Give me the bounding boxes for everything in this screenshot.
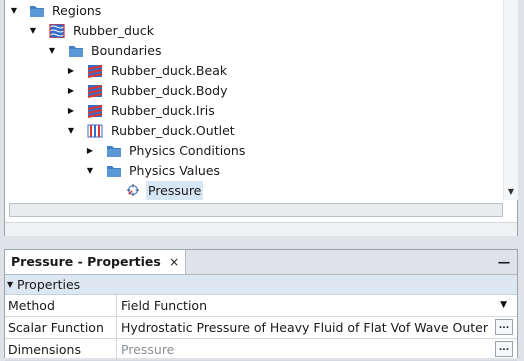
tree-node-label: Rubber_duck	[73, 23, 154, 38]
expanded-arrow-icon[interactable]: ▼	[84, 161, 96, 181]
minimize-icon[interactable]: —	[497, 250, 511, 274]
properties-section-header[interactable]: ▼ Properties	[5, 275, 517, 295]
dimensions-value: Pressure	[121, 342, 175, 357]
tree-node-rubber-duck-body[interactable]: ▶ Rubber_duck.Body	[5, 81, 245, 101]
collapsed-arrow-icon[interactable]: ▶	[65, 81, 77, 101]
tree-bottom-bar	[5, 222, 517, 236]
properties-panel: Pressure - Properties × — ▼ Properties M…	[4, 249, 518, 361]
method-value[interactable]: Field Function	[121, 295, 493, 316]
property-row-scalar-function[interactable]: Scalar Function Hydrostatic Pressure of …	[5, 317, 517, 339]
property-name: Dimensions	[5, 339, 117, 360]
simulation-tree-panel: ▼ Regions ▼ Rubber_duck ▼ Boundaries ▶ R…	[4, 0, 518, 236]
tree-node-pressure[interactable]: Pressure	[5, 181, 265, 200]
property-row-method[interactable]: Method Field Function ▼	[5, 295, 517, 317]
tree-node-label: Rubber_duck.Outlet	[111, 123, 235, 138]
tree-node-label: Regions	[52, 3, 102, 18]
tree-node-label: Rubber_duck.Body	[111, 83, 228, 98]
expanded-arrow-icon[interactable]: ▼	[8, 1, 20, 21]
pressure-value-icon	[126, 183, 140, 197]
collapsed-arrow-icon[interactable]: ▶	[84, 141, 96, 161]
outlet-boundary-icon	[87, 124, 103, 138]
ellipsis-button[interactable]: ...	[495, 341, 513, 357]
scalar-function-value[interactable]: Hydrostatic Pressure of Heavy Fluid of F…	[121, 317, 493, 338]
properties-header: Pressure - Properties × —	[5, 250, 517, 275]
tree-vertical-scrollbar[interactable]: ▼	[503, 0, 518, 200]
tree-node-rubber-duck-iris[interactable]: ▶ Rubber_duck.Iris	[5, 101, 245, 121]
expanded-arrow-icon[interactable]: ▼	[27, 21, 39, 41]
expanded-arrow-icon[interactable]: ▼	[7, 275, 13, 294]
tree-node-rubber-duck-beak[interactable]: ▶ Rubber_duck.Beak	[5, 61, 245, 81]
region-icon	[49, 24, 65, 38]
tree-node-label: Physics Values	[129, 163, 221, 178]
wall-boundary-icon	[87, 65, 103, 78]
wall-boundary-icon	[87, 105, 103, 118]
tree-node-regions[interactable]: ▼ Regions	[5, 1, 205, 21]
close-icon[interactable]: ×	[169, 255, 179, 269]
tree-horizontal-scrollbar[interactable]	[9, 203, 503, 217]
property-name: Method	[5, 295, 117, 316]
tree-node-label: Rubber_duck.Iris	[111, 103, 215, 118]
tree-node-physics-conditions[interactable]: ▶ Physics Conditions	[5, 141, 265, 161]
dropdown-arrow-icon[interactable]: ▼	[500, 295, 507, 316]
tree-node-label: Physics Conditions	[129, 143, 246, 158]
section-title: Properties	[17, 277, 81, 292]
folder-icon	[30, 6, 44, 17]
simulation-tree: ▼ Regions ▼ Rubber_duck ▼ Boundaries ▶ R…	[5, 0, 503, 200]
folder-icon	[69, 46, 83, 57]
tree-node-label: Rubber_duck.Beak	[111, 63, 228, 78]
properties-tab[interactable]: Pressure - Properties ×	[5, 250, 187, 274]
wall-boundary-icon	[87, 85, 103, 98]
tree-node-boundaries[interactable]: ▼ Boundaries	[5, 41, 205, 61]
folder-icon	[107, 146, 121, 157]
tree-node-label: Pressure	[146, 181, 204, 200]
property-name: Scalar Function	[5, 317, 117, 338]
properties-tab-title: Pressure - Properties	[11, 254, 161, 269]
tree-node-physics-values[interactable]: ▼ Physics Values	[5, 161, 265, 181]
tree-node-rubber-duck-outlet[interactable]: ▼ Rubber_duck.Outlet	[5, 121, 245, 141]
collapsed-arrow-icon[interactable]: ▶	[65, 61, 77, 81]
expanded-arrow-icon[interactable]: ▼	[65, 121, 77, 141]
expanded-arrow-icon[interactable]: ▼	[46, 41, 58, 61]
scroll-down-arrow-icon[interactable]: ▼	[504, 186, 518, 198]
folder-icon	[107, 166, 121, 177]
collapsed-arrow-icon[interactable]: ▶	[65, 101, 77, 121]
tree-node-rubber-duck[interactable]: ▼ Rubber_duck	[5, 21, 205, 41]
tree-node-label: Boundaries	[91, 43, 162, 58]
ellipsis-button[interactable]: ...	[495, 319, 513, 335]
